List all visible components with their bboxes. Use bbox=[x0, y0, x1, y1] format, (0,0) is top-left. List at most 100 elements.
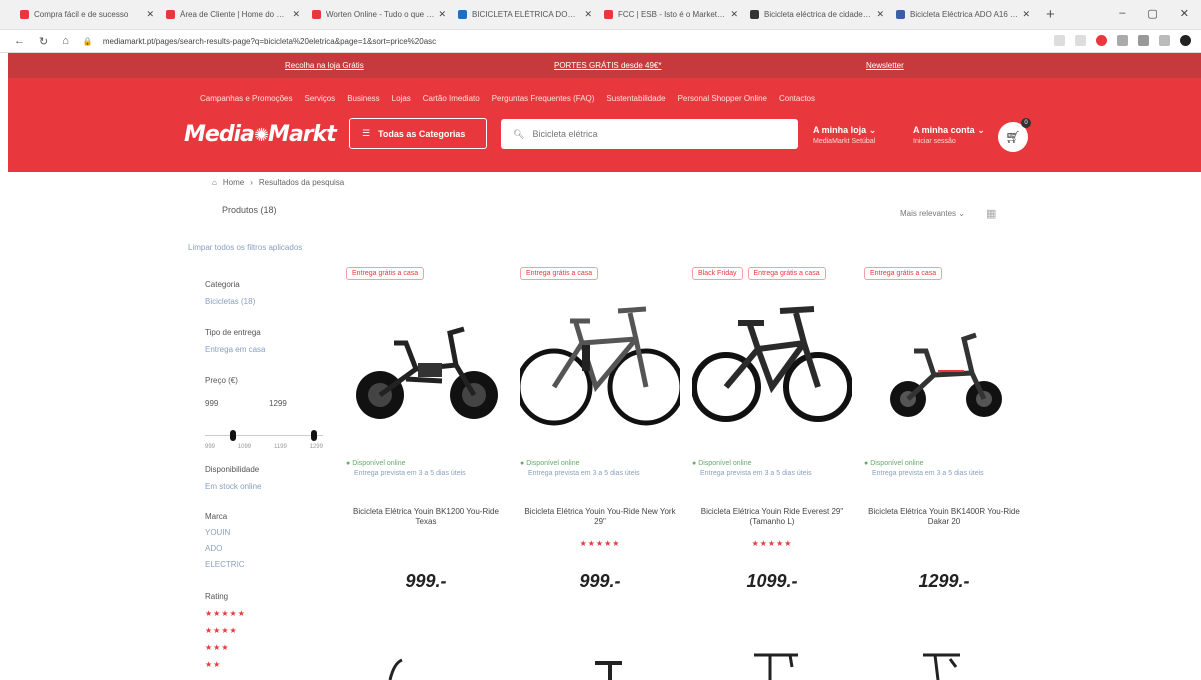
stock-info: Entrega prevista em 3 a 5 dias úteis bbox=[354, 470, 466, 477]
product-card[interactable]: Entrega grátis a casa ● Disponível online… bbox=[346, 267, 506, 597]
close-tab-icon[interactable]: ✕ bbox=[584, 9, 592, 20]
price-slider-min-handle[interactable] bbox=[230, 430, 236, 441]
profile-avatar[interactable] bbox=[1180, 35, 1191, 46]
category-nav-item[interactable]: Personal Shopper Online bbox=[678, 94, 767, 103]
sidebar-icon[interactable] bbox=[1159, 35, 1170, 46]
availability-info: ● Disponível online Entrega prevista em 3… bbox=[346, 460, 466, 477]
home-icon[interactable]: ⌂ bbox=[62, 35, 69, 47]
rating-option[interactable]: ★★ bbox=[205, 660, 246, 669]
category-nav-item[interactable]: Campanhas e Promoções bbox=[200, 94, 293, 103]
rating-option[interactable]: ★★★★ bbox=[205, 626, 246, 635]
reload-icon[interactable]: ↻ bbox=[39, 35, 48, 48]
minimize-icon[interactable]: – bbox=[1119, 7, 1125, 20]
my-account-button[interactable]: A minha conta ⌄ Iniciar sessão bbox=[913, 124, 985, 148]
promo-shipping-link[interactable]: PORTES GRÁTIS desde 49€* bbox=[554, 61, 661, 70]
second-row-bikes-partial bbox=[388, 653, 960, 680]
product-tag: Entrega grátis a casa bbox=[346, 267, 425, 280]
tab-favicon-icon bbox=[896, 10, 905, 19]
promo-pickup-link[interactable]: Recolha na loja Grátis bbox=[285, 61, 364, 70]
filter-availability[interactable]: Disponibilidade Em stock online bbox=[205, 465, 261, 491]
product-name[interactable]: Bicicleta Elétrica Youin BK1400R You-Rid… bbox=[864, 507, 1024, 527]
product-image[interactable] bbox=[692, 303, 852, 433]
puzzle-icon[interactable] bbox=[1138, 35, 1149, 46]
price-tick-label: 1199 bbox=[273, 444, 287, 450]
product-name[interactable]: Bicicleta Elétrica Youin You-Ride New Yo… bbox=[520, 507, 680, 527]
close-tab-icon[interactable]: ✕ bbox=[438, 9, 446, 20]
site-header: Campanhas e Promoções Serviços Business Loj… bbox=[8, 78, 1201, 172]
product-rating: ★★★★★ bbox=[579, 539, 621, 548]
product-name[interactable]: Bicicleta Elétrica Youin BK1200 You-Ride… bbox=[346, 507, 506, 527]
brand-option[interactable]: ADO bbox=[205, 544, 245, 553]
close-tab-icon[interactable]: ✕ bbox=[146, 9, 154, 20]
price-min-input[interactable]: 999 bbox=[205, 399, 218, 408]
product-card[interactable]: Entrega grátis a casa ● Disponível online… bbox=[864, 267, 1024, 597]
close-tab-icon[interactable]: ✕ bbox=[1022, 9, 1030, 20]
tab-favicon-icon bbox=[458, 10, 467, 19]
extension-icon[interactable] bbox=[1117, 35, 1128, 46]
new-tab-button[interactable]: + bbox=[1046, 6, 1055, 23]
product-tags: Black Friday Entrega grátis a casa bbox=[692, 267, 826, 280]
price-slider-max-handle[interactable] bbox=[311, 430, 317, 441]
browser-tab[interactable]: FCC | ESB - Isto é o Marketing ✕ bbox=[598, 5, 744, 25]
close-tab-icon[interactable]: ✕ bbox=[292, 9, 300, 20]
browser-tab[interactable]: Compra fácil e de sucesso ✕ bbox=[14, 5, 160, 25]
close-window-icon[interactable]: ✕ bbox=[1180, 7, 1189, 20]
extension-red-icon[interactable] bbox=[1096, 35, 1107, 46]
product-card[interactable]: Entrega grátis a casa ● Disponível online… bbox=[520, 267, 680, 597]
url-field[interactable]: mediamarkt.pt/pages/search-results-page?… bbox=[103, 37, 436, 46]
category-nav: Campanhas e Promoções Serviços Business Loj… bbox=[200, 94, 815, 103]
brand-option[interactable]: ELECTRIC bbox=[205, 560, 245, 569]
product-tag: Entrega grátis a casa bbox=[520, 267, 599, 280]
home-icon[interactable]: ⌂ bbox=[212, 178, 217, 187]
category-nav-item[interactable]: Lojas bbox=[392, 94, 411, 103]
browser-tab[interactable]: Área de Cliente | Home do Saúdo ✕ bbox=[160, 5, 306, 25]
product-name[interactable]: Bicicleta Elétrica Youin Ride Everest 29… bbox=[692, 507, 852, 527]
clear-filters-link[interactable]: Limpar todos os filtros aplicados bbox=[188, 243, 302, 252]
category-nav-item[interactable]: Perguntas Frequentes (FAQ) bbox=[492, 94, 595, 103]
close-tab-icon[interactable]: ✕ bbox=[730, 9, 738, 20]
all-categories-label: Todas as Categorias bbox=[378, 128, 466, 139]
bookmark-star-icon[interactable] bbox=[1075, 35, 1086, 46]
sort-dropdown[interactable]: Mais relevantes ⌄ bbox=[900, 209, 965, 218]
price-tick-label: 1099 bbox=[237, 444, 252, 450]
all-categories-button[interactable]: ☰ Todas as Categorias bbox=[349, 118, 487, 149]
filter-category[interactable]: Categoria Bicicletas (18) bbox=[205, 280, 255, 306]
browser-tab[interactable]: Bicicleta eléctrica de cidade Ve ✕ bbox=[744, 5, 890, 25]
grid-view-icon[interactable]: ▦ bbox=[986, 207, 996, 220]
price-max-input[interactable]: 1299 bbox=[269, 399, 287, 408]
rating-option[interactable]: ★★★ bbox=[205, 643, 246, 652]
mediamarkt-logo[interactable]: Media✺Markt bbox=[184, 122, 337, 147]
browser-tab[interactable]: Bicicleta Eléctrica ADO A16 Cinc ✕ bbox=[890, 5, 1036, 25]
category-nav-item[interactable]: Contactos bbox=[779, 94, 815, 103]
price-slider[interactable]: 999 1099 1199 1299 bbox=[205, 430, 323, 450]
product-image[interactable] bbox=[520, 303, 680, 433]
category-nav-item[interactable]: Serviços bbox=[305, 94, 336, 103]
close-tab-icon[interactable]: ✕ bbox=[876, 9, 884, 20]
product-price: 1299.- bbox=[918, 571, 970, 591]
filter-category-value[interactable]: Bicicletas (18) bbox=[205, 297, 255, 306]
share-icon[interactable] bbox=[1054, 35, 1065, 46]
browser-tab[interactable]: BICICLETA ELÉTRICA DOBRÁVEL ✕ bbox=[452, 5, 598, 25]
my-store-subtitle: MediaMarkt Setúbal bbox=[813, 138, 876, 145]
lock-icon: 🔒 bbox=[82, 36, 93, 46]
breadcrumb-home[interactable]: Home bbox=[223, 178, 244, 187]
search-input[interactable]: 🔍︎ Bicicleta elétrica bbox=[501, 119, 798, 149]
cart-button[interactable]: 🛒︎ 0 bbox=[998, 118, 1031, 152]
category-nav-item[interactable]: Business bbox=[347, 94, 379, 103]
product-image[interactable] bbox=[864, 303, 1024, 433]
filter-category-title: Categoria bbox=[205, 280, 240, 289]
product-image[interactable] bbox=[346, 303, 506, 433]
maximize-icon[interactable]: ▢ bbox=[1147, 7, 1157, 20]
brand-option[interactable]: YOUIN bbox=[205, 528, 245, 537]
back-icon[interactable]: ← bbox=[14, 35, 25, 47]
product-card[interactable]: Black Friday Entrega grátis a casa ● Dispo… bbox=[692, 267, 852, 597]
category-nav-item[interactable]: Sustentabilidade bbox=[606, 94, 665, 103]
newsletter-link[interactable]: Newsletter bbox=[866, 61, 904, 70]
filter-delivery[interactable]: Tipo de entrega Entrega em casa bbox=[205, 328, 265, 354]
rating-option[interactable]: ★★★★★ bbox=[205, 609, 246, 618]
browser-tab[interactable]: Worten Online - Tudo o que pro ✕ bbox=[306, 5, 452, 25]
my-store-button[interactable]: A minha loja ⌄ MediaMarkt Setúbal bbox=[813, 124, 876, 148]
filter-availability-value[interactable]: Em stock online bbox=[205, 482, 261, 491]
category-nav-item[interactable]: Cartão Imediato bbox=[423, 94, 480, 103]
filter-delivery-value[interactable]: Entrega em casa bbox=[205, 345, 265, 354]
